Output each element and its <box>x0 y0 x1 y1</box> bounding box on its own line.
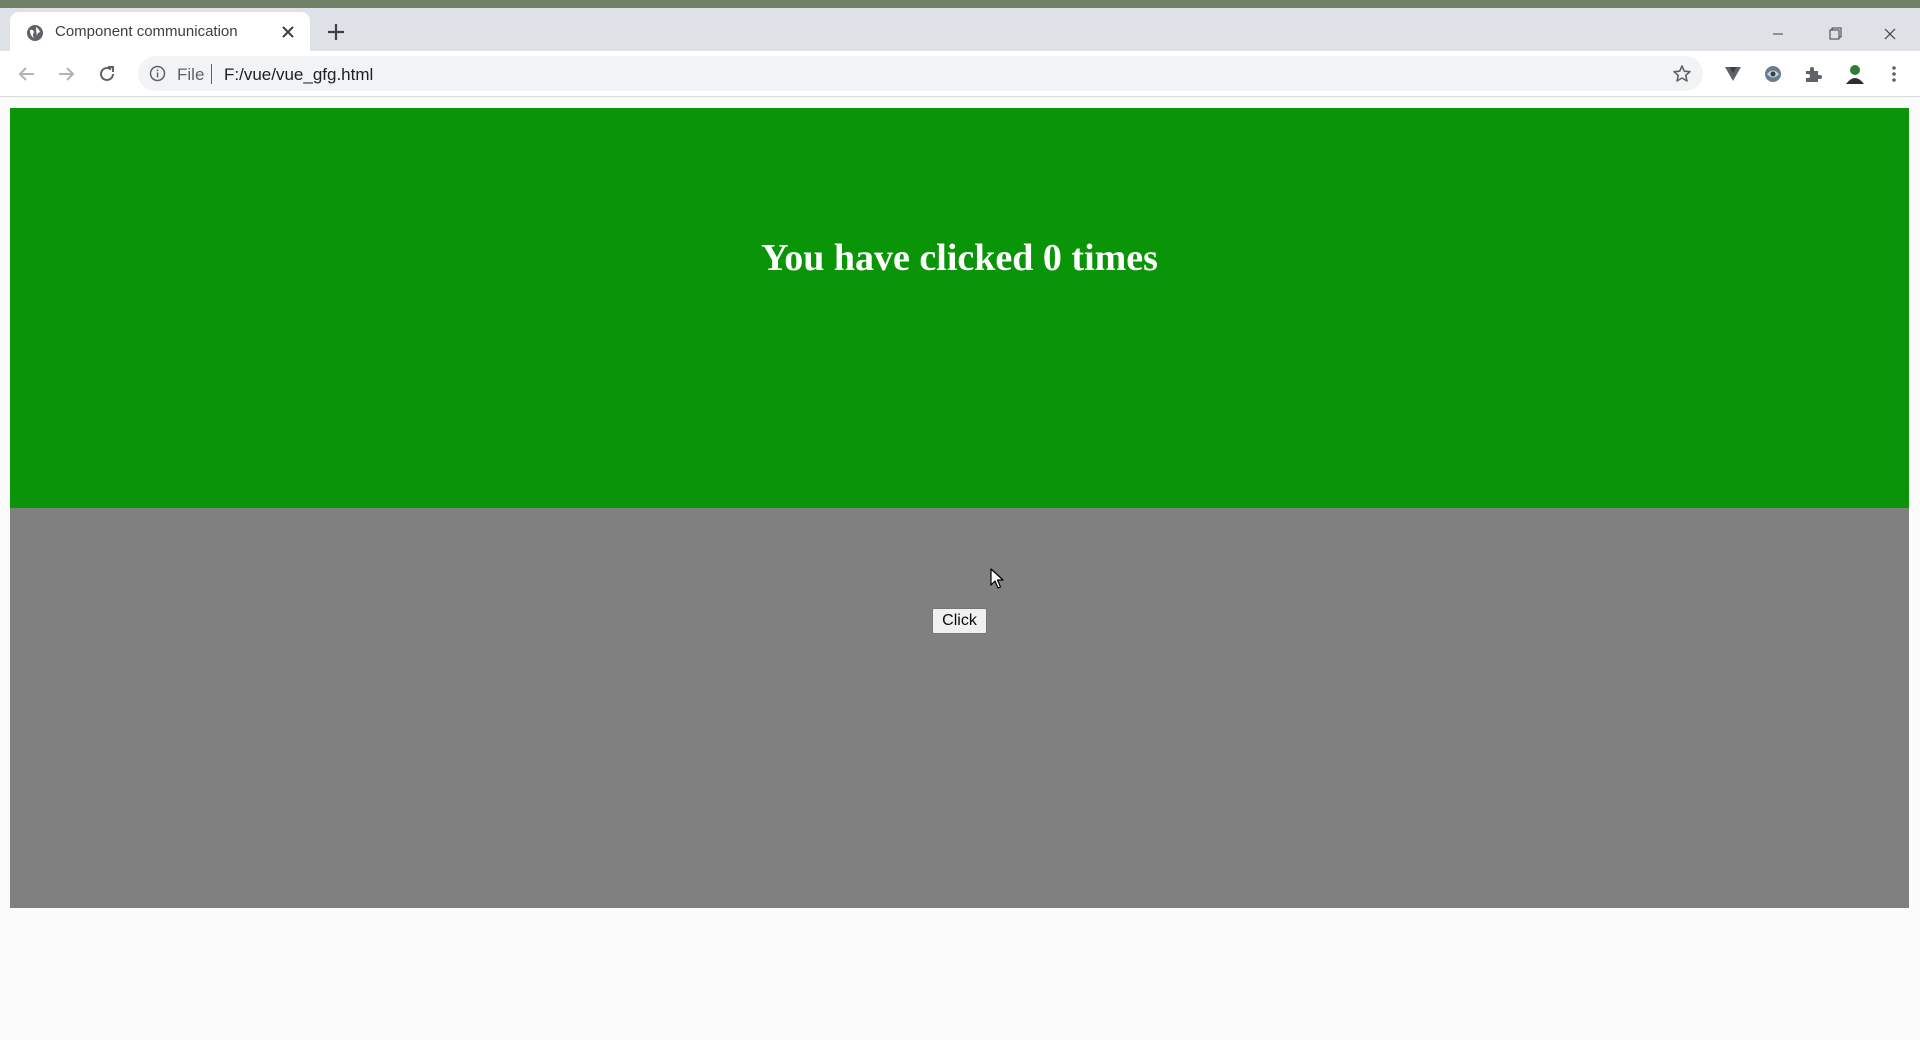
v-extension-icon[interactable] <box>1721 62 1745 86</box>
minimize-icon[interactable] <box>1750 16 1806 52</box>
url-scheme: File <box>177 65 205 84</box>
restore-icon[interactable] <box>1806 16 1862 52</box>
url-separator <box>211 64 212 84</box>
close-icon[interactable] <box>1862 16 1918 52</box>
click-counter-heading: You have clicked 0 times <box>761 237 1158 279</box>
url-path[interactable]: F:/vue/vue_gfg.html <box>224 65 373 85</box>
counter-panel: You have clicked 0 times <box>10 108 1909 508</box>
click-button[interactable]: Click <box>932 608 987 634</box>
star-icon[interactable] <box>1672 64 1692 84</box>
back-arrow-icon[interactable] <box>16 63 38 85</box>
button-panel: Click <box>10 508 1909 908</box>
tab-title: Component communication <box>55 23 238 40</box>
tracker-extension-icon[interactable] <box>1761 62 1785 86</box>
profile-avatar-icon[interactable] <box>1841 60 1869 88</box>
close-icon[interactable] <box>281 25 295 39</box>
tab-bar: Component communication <box>0 8 1920 51</box>
window-top-strip <box>0 0 1920 8</box>
page-viewport: You have clicked 0 times Click <box>0 97 1920 1040</box>
menu-dots-icon[interactable] <box>1882 62 1906 86</box>
info-icon[interactable] <box>149 65 166 82</box>
reload-icon[interactable] <box>96 63 118 85</box>
tab-component-communication[interactable]: Component communication <box>10 12 310 51</box>
forward-arrow-icon[interactable] <box>55 63 77 85</box>
plus-icon[interactable] <box>326 22 346 42</box>
mouse-cursor-icon <box>990 568 1004 589</box>
address-bar[interactable]: File F:/vue/vue_gfg.html <box>138 56 1703 91</box>
globe-icon <box>27 25 43 41</box>
puzzle-icon[interactable] <box>1801 62 1825 86</box>
browser-toolbar: File F:/vue/vue_gfg.html <box>0 51 1920 97</box>
